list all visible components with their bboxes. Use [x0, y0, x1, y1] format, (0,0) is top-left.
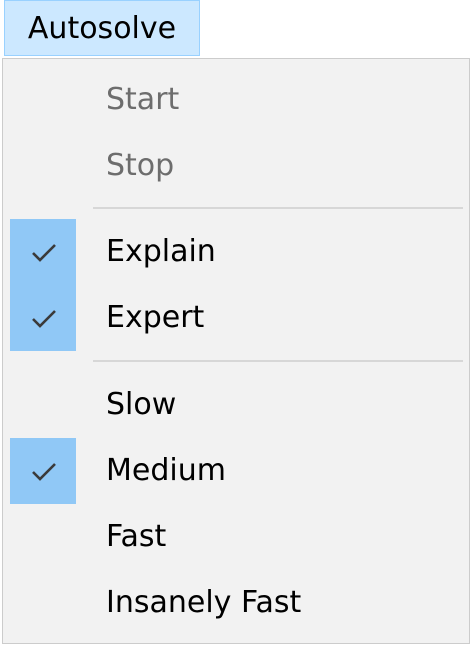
menu-item-label: Stop [106, 148, 175, 183]
menu-bar: Autosolve [0, 0, 471, 58]
menu-item-label: Explain [106, 234, 216, 269]
menu-item-label: Start [106, 82, 180, 117]
menu-item-explain[interactable]: Explain [3, 219, 469, 285]
check-cell [10, 570, 76, 636]
checkmark-icon [32, 310, 56, 328]
menu-separator [93, 207, 463, 209]
check-cell [10, 285, 76, 351]
menu-item-label: Insanely Fast [106, 585, 302, 620]
menu-item-slow[interactable]: Slow [3, 372, 469, 438]
menu-item-insanely-fast[interactable]: Insanely Fast [3, 570, 469, 636]
check-cell [10, 219, 76, 285]
check-cell [10, 438, 76, 504]
check-cell [10, 372, 76, 438]
autosolve-dropdown-menu: Start Stop Explain Expert Slow Medium Fa… [2, 58, 470, 644]
menu-item-label: Slow [106, 387, 177, 422]
menu-item-fast[interactable]: Fast [3, 504, 469, 570]
menu-item-medium[interactable]: Medium [3, 438, 469, 504]
check-cell [10, 504, 76, 570]
menu-item-stop[interactable]: Stop [3, 133, 469, 199]
menu-item-label: Medium [106, 453, 226, 488]
checkmark-icon [32, 463, 56, 481]
check-cell [10, 133, 76, 199]
menu-item-start[interactable]: Start [3, 67, 469, 133]
checkmark-icon [32, 244, 56, 262]
menu-item-label: Expert [106, 300, 205, 335]
menu-autosolve[interactable]: Autosolve [4, 0, 200, 56]
menu-item-label: Fast [106, 519, 167, 554]
menu-separator [93, 360, 463, 362]
menu-item-expert[interactable]: Expert [3, 285, 469, 351]
check-cell [10, 67, 76, 133]
